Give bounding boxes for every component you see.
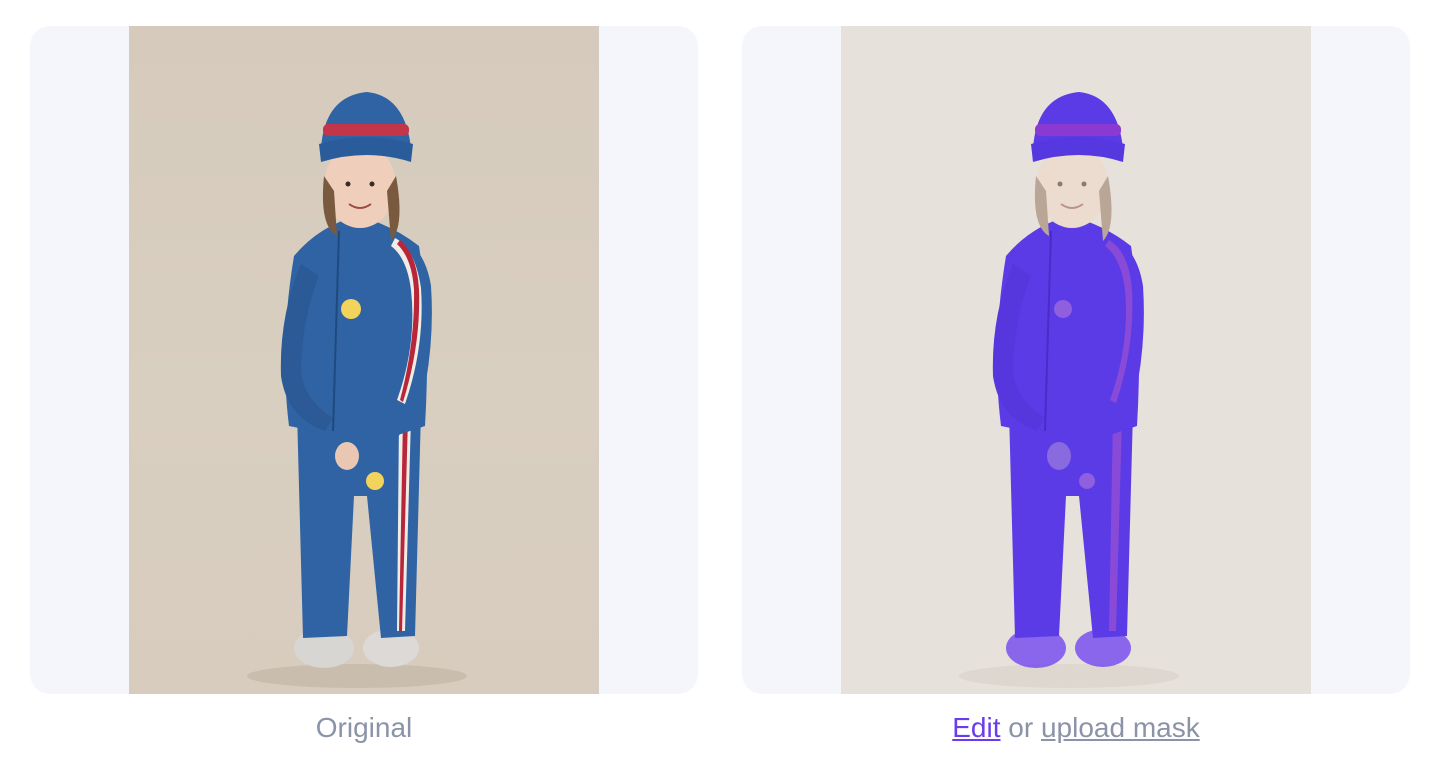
child-in-tracksuit-illustration (247, 92, 467, 688)
upload-mask-link[interactable]: upload mask (1041, 712, 1200, 743)
or-separator: or (1008, 712, 1034, 743)
mask-overlay-photo (841, 26, 1311, 694)
original-image-panel (30, 26, 698, 694)
masked-child-illustration (959, 92, 1179, 688)
original-photo (129, 26, 599, 694)
edit-mask-link[interactable]: Edit (952, 712, 1000, 743)
mask-image-panel (742, 26, 1410, 694)
original-caption: Original (315, 712, 413, 743)
mask-actions: Edit or upload mask (742, 710, 1410, 746)
